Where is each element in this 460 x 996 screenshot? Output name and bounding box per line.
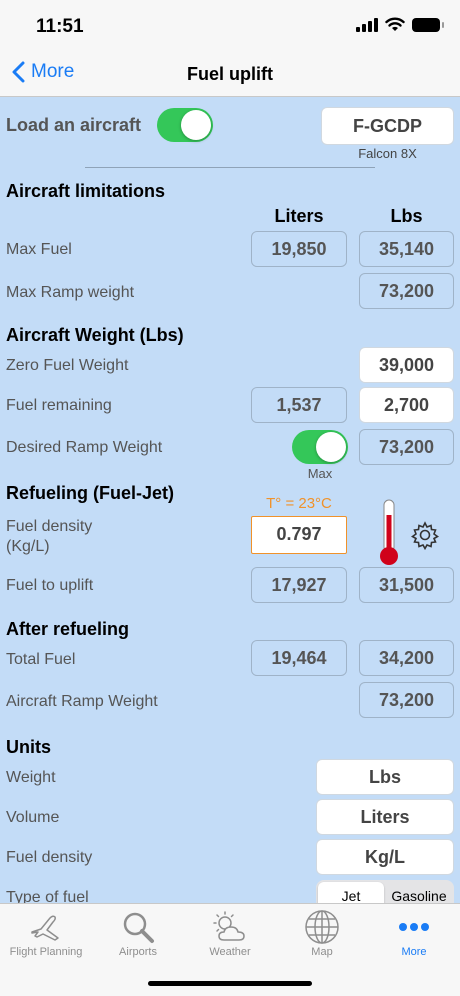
tab-flight-planning[interactable]: Flight Planning [0, 908, 92, 958]
globe-icon [305, 910, 339, 944]
aircraft-ramp-weight-label: Aircraft Ramp Weight [6, 693, 158, 710]
section-refueling: Refueling (Fuel-Jet) [6, 483, 175, 503]
tab-map[interactable]: Map [276, 908, 368, 958]
max-fuel-lbs: 35,140 [359, 231, 454, 267]
fuel-uplift-form: Load an aircraft F-GCDP Falcon 8X Aircra… [0, 97, 460, 903]
fuel-density-label-line1: Fuel density [6, 518, 93, 535]
max-toggle-caption: Max [307, 466, 333, 481]
load-aircraft-toggle[interactable] [157, 108, 213, 142]
section-after-refueling: After refueling [6, 619, 130, 639]
aircraft-registration-button[interactable]: F-GCDP [321, 107, 454, 145]
sun-cloud-icon [213, 911, 245, 941]
column-header-liters: Liters [274, 206, 324, 226]
aircraft-model: Falcon 8X [358, 146, 417, 161]
tab-label-more: More [401, 946, 427, 958]
thermometer-icon[interactable] [376, 499, 402, 567]
total-fuel-lbs: 34,200 [359, 640, 454, 676]
signal-icon [356, 17, 378, 32]
max-fuel-label: Max Fuel [6, 241, 72, 258]
home-indicator [148, 981, 312, 986]
desired-ramp-weight-label: Desired Ramp Weight [6, 439, 163, 456]
tab-label-airports: Airports [119, 946, 157, 958]
airplane-icon [31, 915, 59, 941]
wifi-icon [385, 17, 405, 31]
max-fuel-liters: 19,850 [251, 231, 347, 267]
fuel-density-label-line2: (Kg/L) [6, 538, 50, 555]
total-fuel-label: Total Fuel [6, 651, 76, 668]
page-title: Fuel uplift [187, 64, 273, 84]
fuel-density-input[interactable]: 0.797 [251, 516, 347, 554]
tab-weather[interactable]: Weather [184, 908, 276, 958]
fuel-remaining-lbs-input[interactable]: 2,700 [359, 387, 454, 423]
units-volume-label: Volume [6, 809, 60, 826]
magnifier-icon [123, 912, 154, 943]
desired-ramp-weight-lbs: 73,200 [359, 429, 454, 465]
gear-icon[interactable] [410, 520, 440, 550]
units-density-label: Fuel density [6, 849, 93, 866]
max-ramp-toggle[interactable] [292, 430, 348, 464]
tab-airports[interactable]: Airports [92, 908, 184, 958]
navigation-bar: More Fuel uplift [0, 52, 460, 97]
section-aircraft-weight: Aircraft Weight (Lbs) [6, 325, 184, 345]
more-dots-icon [399, 923, 429, 931]
max-ramp-weight-lbs: 73,200 [359, 273, 454, 309]
fuel-type-label: Type of fuel [6, 889, 89, 903]
units-density-button[interactable]: Kg/L [316, 839, 454, 875]
tab-label-map: Map [311, 946, 333, 958]
status-icons [356, 17, 444, 32]
fuel-density-label: Fuel density (Kg/L) [6, 517, 92, 557]
column-header-lbs: Lbs [390, 206, 423, 226]
fuel-to-uplift-lbs: 31,500 [359, 567, 454, 603]
total-fuel-liters: 19,464 [251, 640, 347, 676]
fuel-remaining-label: Fuel remaining [6, 397, 112, 414]
units-weight-button[interactable]: Lbs [316, 759, 454, 795]
units-weight-label: Weight [6, 769, 56, 786]
status-time: 11:51 [36, 16, 84, 37]
divider [85, 167, 375, 168]
zero-fuel-weight-input[interactable]: 39,000 [359, 347, 454, 383]
section-aircraft-limitations: Aircraft limitations [6, 181, 166, 201]
aircraft-ramp-weight-lbs: 73,200 [359, 682, 454, 718]
tab-label-flight-planning: Flight Planning [9, 946, 83, 958]
temperature-label: T° = 23°C [266, 495, 332, 512]
fuel-to-uplift-label: Fuel to uplift [6, 577, 94, 594]
tab-more[interactable]: More [368, 908, 460, 958]
fuel-remaining-liters: 1,537 [251, 387, 347, 423]
battery-icon [412, 17, 444, 32]
max-ramp-weight-label: Max Ramp weight [6, 284, 135, 301]
zero-fuel-weight-label: Zero Fuel Weight [6, 357, 129, 374]
fuel-to-uplift-liters: 17,927 [251, 567, 347, 603]
units-volume-button[interactable]: Liters [316, 799, 454, 835]
section-units: Units [6, 737, 51, 757]
tab-label-weather: Weather [209, 946, 251, 958]
status-bar: 11:51 [0, 0, 460, 52]
load-aircraft-label: Load an aircraft [6, 115, 142, 135]
